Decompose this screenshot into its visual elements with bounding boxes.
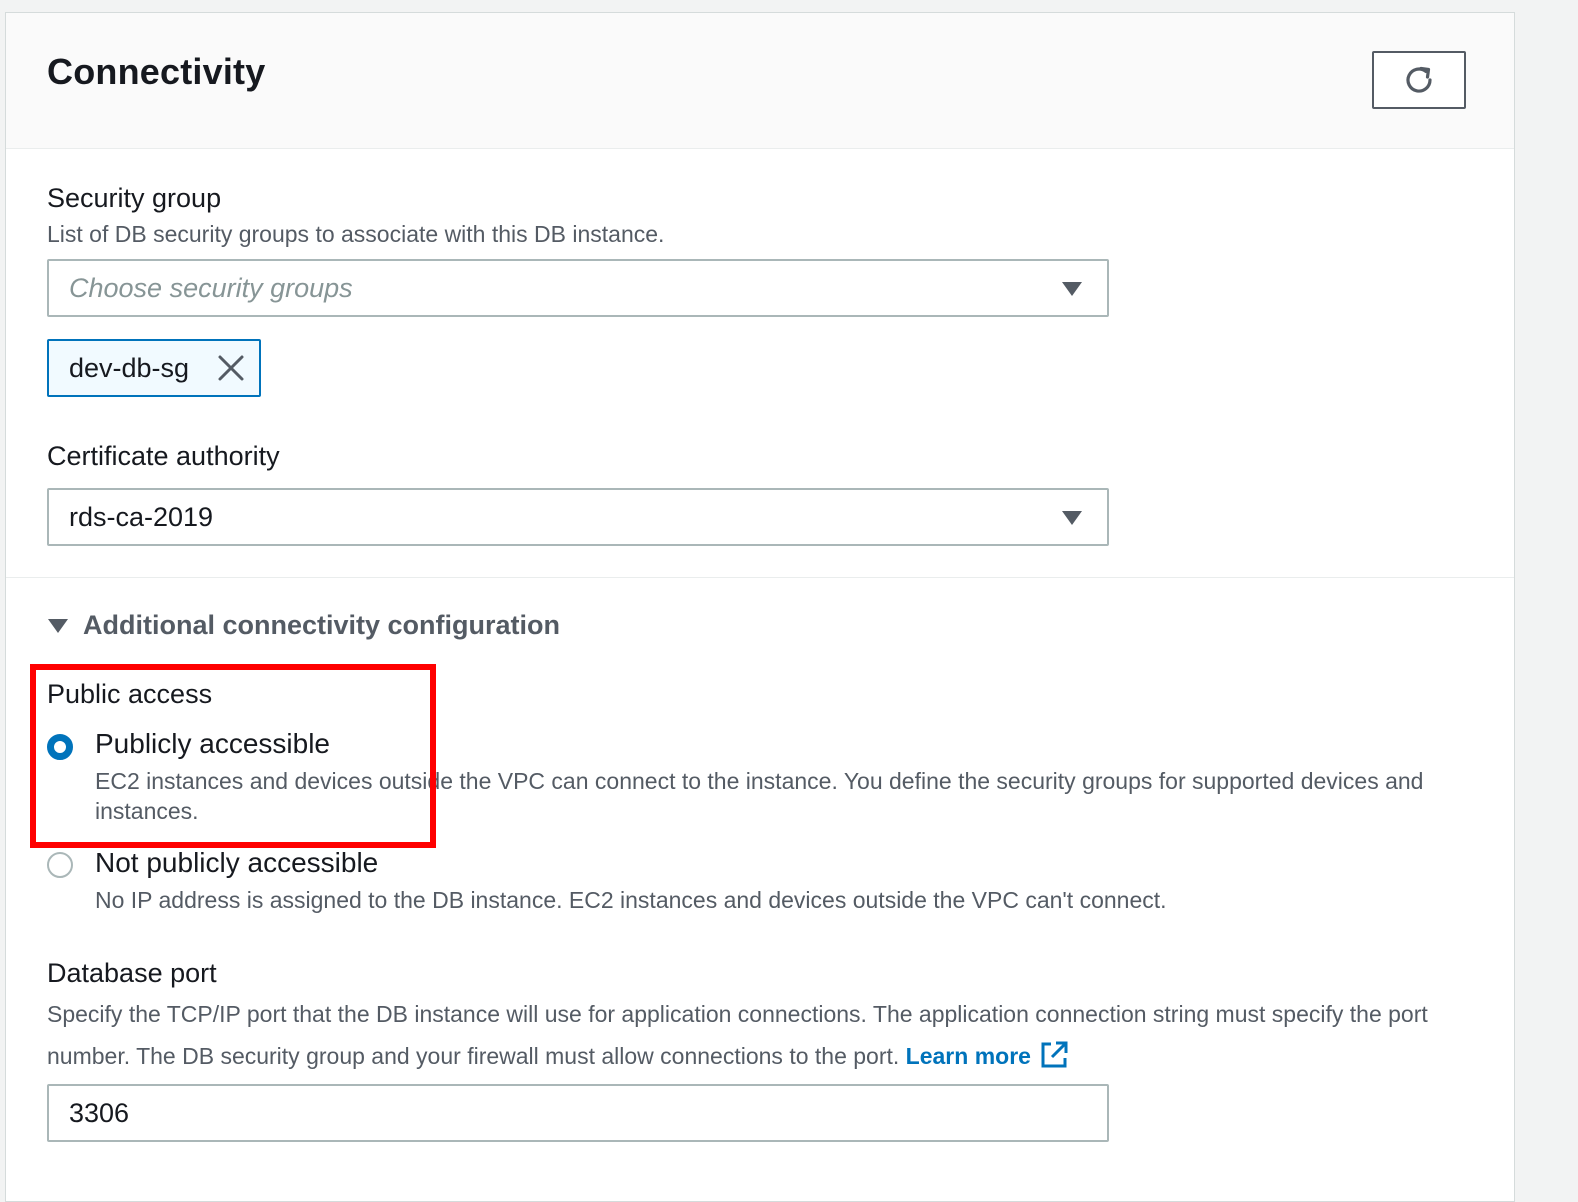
publicly-accessible-label[interactable]: Publicly accessible bbox=[95, 728, 330, 760]
learn-more-label: Learn more bbox=[905, 1043, 1031, 1069]
database-port-input[interactable] bbox=[47, 1084, 1109, 1142]
database-port-description-text: Specify the TCP/IP port that the DB inst… bbox=[47, 1001, 1428, 1069]
expander-label: Additional connectivity configuration bbox=[83, 610, 561, 640]
public-access-label: Public access bbox=[47, 679, 213, 709]
security-group-description: List of DB security groups to associate … bbox=[47, 221, 665, 247]
security-group-token: dev-db-sg bbox=[47, 339, 261, 397]
publicly-accessible-description: EC2 instances and devices outside the VP… bbox=[95, 768, 1424, 824]
certificate-authority-select[interactable]: rds-ca-2019 bbox=[47, 488, 1109, 546]
close-icon[interactable] bbox=[217, 354, 245, 382]
security-group-label: Security group bbox=[47, 183, 222, 213]
certificate-authority-value: rds-ca-2019 bbox=[69, 502, 214, 532]
token-label: dev-db-sg bbox=[69, 353, 190, 383]
security-group-placeholder: Choose security groups bbox=[69, 273, 353, 303]
refresh-button[interactable] bbox=[1372, 51, 1466, 109]
not-publicly-accessible-label[interactable]: Not publicly accessible bbox=[95, 847, 378, 879]
not-publicly-accessible-description: No IP address is assigned to the DB inst… bbox=[95, 887, 1167, 913]
additional-connectivity-expander[interactable]: Additional connectivity configuration bbox=[47, 610, 560, 641]
certificate-authority-label: Certificate authority bbox=[47, 441, 280, 471]
refresh-icon bbox=[1406, 66, 1432, 93]
panel-title: Connectivity bbox=[47, 51, 266, 92]
not-publicly-accessible-radio[interactable] bbox=[47, 852, 73, 878]
security-group-select[interactable]: Choose security groups bbox=[47, 259, 1109, 317]
learn-more-link[interactable]: Learn more bbox=[905, 1041, 1069, 1069]
panel-header: Connectivity bbox=[6, 13, 1514, 149]
external-link-icon bbox=[1041, 1041, 1068, 1068]
caret-down-icon bbox=[48, 618, 68, 633]
caret-down-icon bbox=[1062, 511, 1082, 525]
publicly-accessible-radio[interactable] bbox=[47, 734, 73, 760]
caret-down-icon bbox=[1062, 282, 1082, 296]
section-divider bbox=[6, 577, 1514, 578]
connectivity-panel: Connectivity Security group List of DB s… bbox=[5, 12, 1515, 1202]
database-port-label: Database port bbox=[47, 958, 217, 988]
database-port-description: Specify the TCP/IP port that the DB inst… bbox=[47, 993, 1487, 1077]
